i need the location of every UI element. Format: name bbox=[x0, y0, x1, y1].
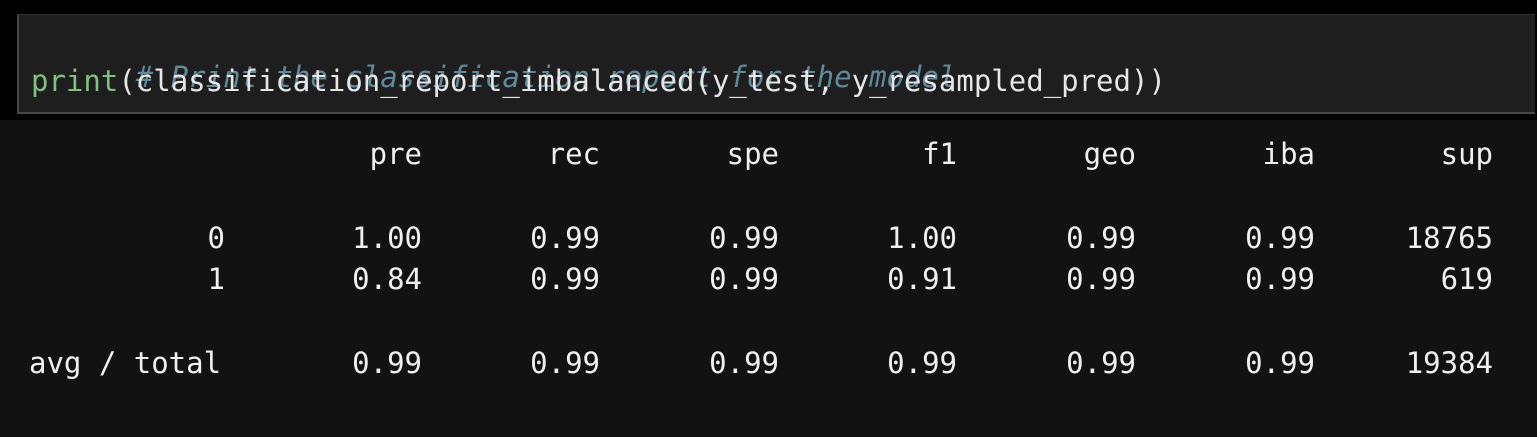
row-value: 0.91 bbox=[887, 262, 957, 296]
classification-report: pre rec spe f1 geo iba sup 0 1.00 0.99 0… bbox=[0, 120, 1537, 437]
code-cell[interactable]: # Print the classification report for th… bbox=[17, 14, 1535, 114]
row-value: 0.99 bbox=[1245, 346, 1315, 380]
print-builtin: print bbox=[31, 64, 119, 98]
print-close-paren: ) bbox=[1148, 64, 1166, 98]
header-spe: spe bbox=[726, 137, 779, 171]
header-rec: rec bbox=[547, 137, 600, 171]
print-open-paren: ( bbox=[118, 64, 136, 98]
row-value: 19384 bbox=[1405, 346, 1493, 380]
row-value: 0.99 bbox=[1066, 221, 1136, 255]
row-value: 0.99 bbox=[1066, 262, 1136, 296]
row-value: 0.99 bbox=[709, 262, 779, 296]
row-value: 18765 bbox=[1405, 221, 1493, 255]
row-value: 0.99 bbox=[1245, 262, 1315, 296]
row-value: 0.99 bbox=[709, 346, 779, 380]
row-value: 0.99 bbox=[1066, 346, 1136, 380]
row-value: 1.00 bbox=[887, 221, 957, 255]
row-value: 0.99 bbox=[530, 221, 600, 255]
function-arguments: (y_test, y_resampled_pred) bbox=[694, 64, 1149, 98]
header-f1: f1 bbox=[922, 137, 957, 171]
row-label: 1 bbox=[207, 262, 225, 296]
row-value: 0.99 bbox=[709, 221, 779, 255]
row-value: 1.00 bbox=[352, 221, 422, 255]
code-call-line: print(classification_report_imbalanced(y… bbox=[31, 62, 1166, 100]
row-value: 0.99 bbox=[887, 346, 957, 380]
row-value: 0.99 bbox=[530, 346, 600, 380]
row-label: 0 bbox=[207, 221, 225, 255]
header-iba: iba bbox=[1262, 137, 1315, 171]
row-value: 0.99 bbox=[1245, 221, 1315, 255]
row-value: 0.99 bbox=[352, 346, 422, 380]
row-value: 0.99 bbox=[530, 262, 600, 296]
notebook-page: # Print the classification report for th… bbox=[0, 0, 1537, 437]
header-pre: pre bbox=[369, 137, 422, 171]
header-geo: geo bbox=[1083, 137, 1136, 171]
cell-output: pre rec spe f1 geo iba sup 0 1.00 0.99 0… bbox=[0, 120, 1537, 437]
header-sup: sup bbox=[1440, 137, 1493, 171]
row-value: 0.84 bbox=[352, 262, 422, 296]
row-label-avg-total: avg / total bbox=[29, 346, 222, 380]
row-value: 619 bbox=[1440, 262, 1493, 296]
report-function-name: classification_report_imbalanced bbox=[135, 64, 695, 98]
